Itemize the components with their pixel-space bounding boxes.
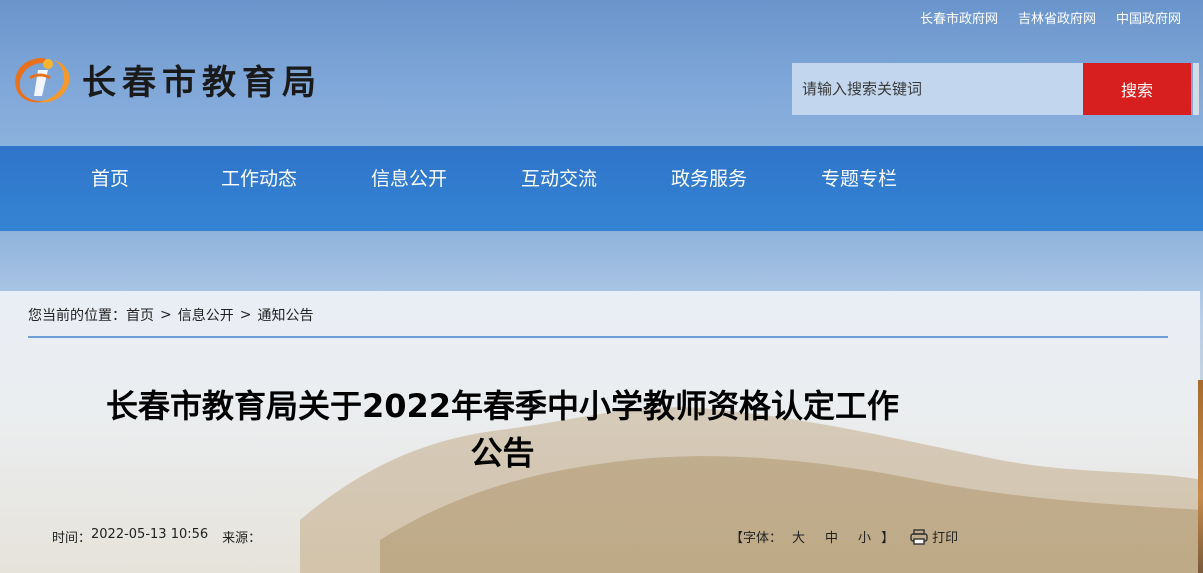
article-title-line2: 公告 — [470, 434, 535, 472]
breadcrumb-home[interactable]: 首页 — [126, 305, 154, 325]
search-button[interactable]: 搜索 — [1083, 63, 1191, 115]
search-input[interactable] — [792, 63, 1083, 115]
nav-item-home[interactable]: 首页 — [91, 164, 129, 191]
search-bar: 搜索 — [792, 63, 1191, 115]
background-edge — [1198, 380, 1203, 573]
site-logo[interactable]: 长春市教育局 — [8, 50, 322, 108]
nav-item-work-news[interactable]: 工作动态 — [221, 164, 297, 191]
link-jilin-gov[interactable]: 吉林省政府网 — [1018, 8, 1096, 27]
breadcrumb-notices[interactable]: 通知公告 — [257, 305, 313, 325]
font-size-label-close: 】 — [881, 531, 895, 546]
main-nav: 首页 工作动态 信息公开 互动交流 政务服务 专题专栏 — [0, 146, 1203, 231]
font-size-label: 【字体： — [730, 531, 783, 546]
search-edge — [1193, 63, 1199, 115]
source-label: 来源： — [222, 531, 262, 546]
font-size-large[interactable]: 大 — [792, 527, 805, 546]
link-china-gov[interactable]: 中国政府网 — [1116, 8, 1181, 27]
print-button[interactable]: 打印 — [910, 527, 958, 546]
breadcrumb-separator: > — [160, 307, 172, 323]
nav-item-special-topics[interactable]: 专题专栏 — [821, 164, 897, 191]
printer-icon — [910, 528, 928, 545]
logo-emblem-icon — [8, 50, 76, 108]
breadcrumb: 您当前的位置： 首页 > 信息公开 > 通知公告 — [28, 305, 313, 325]
breadcrumb-info-disclosure[interactable]: 信息公开 — [178, 305, 234, 325]
breadcrumb-separator: > — [239, 307, 252, 323]
top-links: 长春市政府网 吉林省政府网 中国政府网 — [920, 8, 1181, 27]
nav-item-interaction[interactable]: 互动交流 — [521, 164, 597, 191]
breadcrumb-divider — [28, 336, 1168, 338]
time-label: 时间： — [52, 531, 92, 546]
link-changchun-gov[interactable]: 长春市政府网 — [920, 8, 998, 27]
banner-haze — [0, 231, 1203, 291]
nav-item-info-disclosure[interactable]: 信息公开 — [371, 164, 447, 191]
print-label: 打印 — [932, 531, 959, 546]
article-meta: 时间： 2022-05-13 10:56 来源： — [52, 527, 261, 546]
breadcrumb-prefix: 您当前的位置： — [28, 308, 126, 324]
article-title: 长春市教育局关于2022年春季中小学教师资格认定工作 公告 — [50, 383, 955, 477]
site-name: 长春市教育局 — [82, 62, 322, 103]
font-size-small[interactable]: 小 — [858, 527, 871, 546]
nav-item-gov-services[interactable]: 政务服务 — [671, 164, 747, 191]
font-size-medium[interactable]: 中 — [825, 527, 838, 546]
time-value: 2022-05-13 10:56 — [91, 527, 209, 542]
article-tools: 【字体： 大 中 小 】 打印 — [730, 527, 958, 546]
article-title-line1: 长春市教育局关于2022年春季中小学教师资格认定工作 — [105, 387, 900, 425]
